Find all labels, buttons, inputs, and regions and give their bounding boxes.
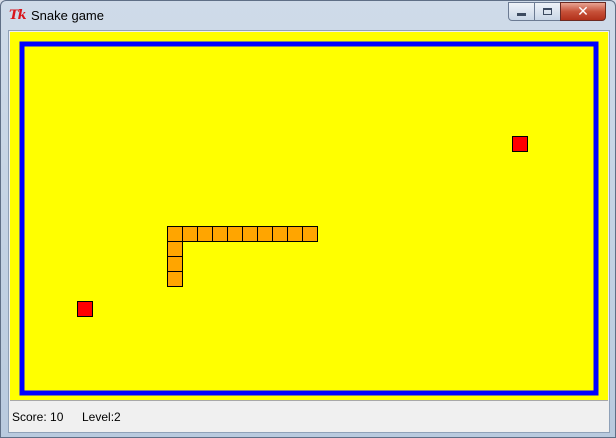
snake-segment bbox=[227, 226, 243, 242]
minimize-button[interactable] bbox=[508, 2, 535, 21]
app-window: Tk Snake game ✕ Score: 10 Level:2 bbox=[0, 0, 616, 438]
snake-segment bbox=[167, 226, 183, 242]
status-bar: Score: 10 Level:2 bbox=[9, 402, 609, 432]
snake bbox=[167, 226, 318, 287]
snake-head bbox=[302, 226, 318, 242]
level-label: Level:2 bbox=[82, 410, 121, 424]
wall-border bbox=[19, 41, 599, 396]
maximize-button[interactable] bbox=[534, 2, 561, 21]
game-canvas[interactable] bbox=[10, 32, 608, 400]
maximize-icon bbox=[543, 8, 552, 15]
snake-segment bbox=[272, 226, 288, 242]
snake-segment bbox=[167, 271, 183, 287]
window-title: Snake game bbox=[31, 8, 104, 23]
title-bar[interactable]: Tk Snake game ✕ bbox=[1, 1, 615, 31]
food-item bbox=[512, 136, 528, 152]
snake-segment bbox=[167, 241, 183, 257]
close-icon: ✕ bbox=[577, 3, 589, 20]
food-item bbox=[77, 301, 93, 317]
snake-segment bbox=[197, 226, 213, 242]
client-area: Score: 10 Level:2 bbox=[8, 30, 610, 433]
snake-segment bbox=[167, 256, 183, 272]
snake-segment bbox=[212, 226, 228, 242]
tk-feather-icon: Tk bbox=[9, 8, 27, 23]
snake-segment bbox=[182, 226, 198, 242]
close-button[interactable]: ✕ bbox=[560, 2, 606, 21]
score-label: Score: 10 bbox=[12, 410, 64, 424]
snake-segment bbox=[242, 226, 258, 242]
snake-segment bbox=[287, 226, 303, 242]
game-board[interactable] bbox=[10, 32, 608, 401]
snake-segment bbox=[257, 226, 273, 242]
minimize-icon bbox=[517, 13, 526, 16]
